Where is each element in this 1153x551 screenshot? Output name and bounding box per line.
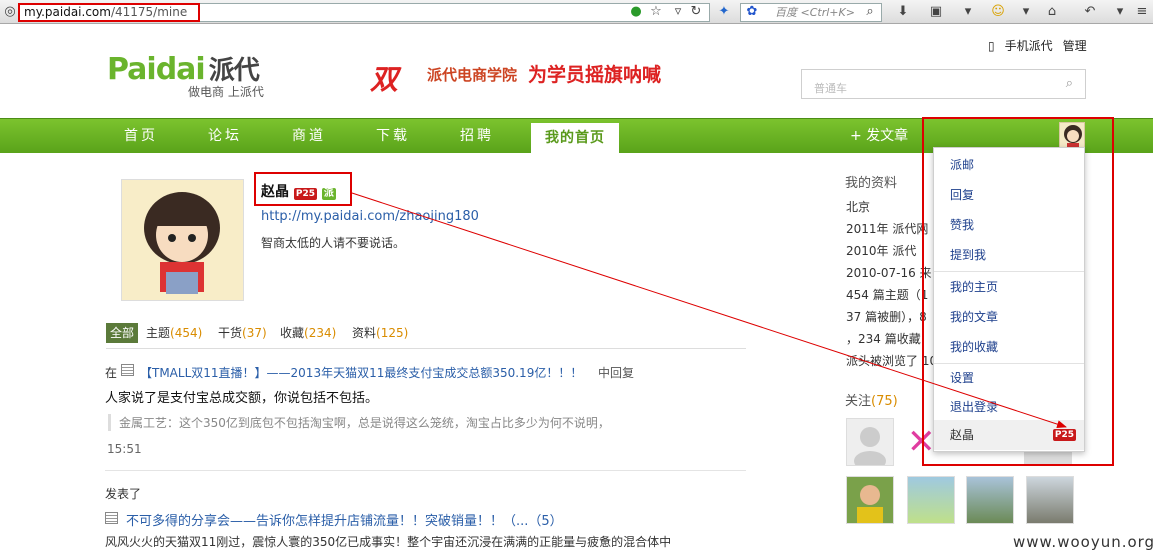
overflow-menu-icon[interactable]: ≡ — [1134, 4, 1150, 20]
tab-dry-goods[interactable]: 干货(37) — [218, 323, 267, 343]
follow-avatar[interactable] — [846, 476, 894, 524]
follow-avatar[interactable] — [966, 476, 1014, 524]
content-tabs: 全部 主题(454) 干货(37) 收藏(234) 资料(125) — [106, 323, 746, 349]
profile-avatar[interactable] — [121, 179, 244, 301]
tab-dry-goods-label: 干货 — [218, 326, 243, 340]
tab-favorites-label: 收藏 — [280, 326, 305, 340]
menu-arrow-icon-3[interactable]: ▾ — [1112, 4, 1128, 20]
feed-item2-text: 风风火火的天猫双11刚过，震惊人寰的350亿已成事实！整个宇宙还沉浸在满满的正能… — [105, 535, 672, 549]
feed-item1-time: 15:51 — [107, 442, 142, 456]
document-icon-2 — [105, 512, 118, 524]
annotation-box-name — [254, 172, 352, 206]
feed-item1-quote: 金属工艺：这个350亿到底包不包括淘宝啊，总是说得这么笼统，淘宝占比多少为何不说… — [108, 414, 728, 431]
sidebar-line: 北京 — [846, 200, 871, 214]
logo-en: Paidai — [107, 52, 206, 87]
banner-mark[interactable]: 双 — [370, 58, 398, 98]
nav-item-business[interactable]: 商道 — [292, 119, 326, 154]
sidebar-line: 2010-07-16 来 — [846, 266, 932, 280]
browser-search-input[interactable]: 百度 <Ctrl+K> — [740, 3, 882, 22]
site-logo[interactable]: Paidai 派代 — [107, 50, 260, 87]
back-forward-icon[interactable]: ↶ — [1082, 4, 1098, 20]
banner-text[interactable]: 为学员摇旗呐喊 — [528, 60, 661, 87]
home-icon[interactable]: ⌂ — [1044, 4, 1060, 20]
address-bar-url[interactable]: my.paidai.com/41175/mine — [18, 3, 200, 22]
annotation-box-dropdown — [922, 117, 1114, 466]
nav-item-download[interactable]: 下载 — [376, 119, 410, 154]
baidu-paw-icon[interactable]: ✿ — [744, 4, 760, 20]
tab-resources-count: (125) — [376, 326, 409, 340]
feed-item1-text: 人家说了是支付宝总成交额，你说包括不包括。 — [105, 391, 379, 406]
feed-divider — [105, 470, 746, 471]
sidebar-title: 我的资料 — [845, 176, 898, 191]
tab-all[interactable]: 全部 — [106, 323, 139, 343]
tab-topics-count: (454) — [170, 326, 203, 340]
browser-toolbar: ◎ my.paidai.com/41175/mine ● ☆ ▿ ↻ ✦ 百度 … — [0, 0, 1153, 24]
profile-url-link[interactable]: http://my.paidai.com/zhaojing180 — [261, 209, 479, 224]
tab-resources-label: 资料 — [352, 326, 377, 340]
url-path: /41175/mine — [110, 5, 188, 19]
tab-all-label: 全部 — [110, 326, 135, 340]
tab-dry-goods-count: (37) — [242, 326, 267, 340]
tab-topics-label: 主题 — [146, 326, 171, 340]
nav-item-my-home[interactable]: 我的首页 — [531, 123, 619, 154]
nav-item-forum[interactable]: 论坛 — [208, 119, 242, 154]
go-icon[interactable]: ● — [628, 4, 644, 20]
watermark: www.wooyun.org — [1013, 533, 1153, 551]
feed-item1-prefix: 在 — [105, 366, 118, 380]
url-domain: my.paidai.com — [24, 5, 111, 19]
phone-icon: ▯ — [988, 39, 995, 53]
tab-favorites[interactable]: 收藏(234) — [280, 323, 336, 343]
menu-arrow-icon[interactable]: ▾ — [960, 4, 976, 20]
site-search-input[interactable]: 普通车 ⌕ — [801, 69, 1086, 99]
feed-item2-prefix: 发表了 — [105, 487, 142, 501]
follow-label: 关注 — [845, 394, 872, 409]
reload-icon[interactable]: ↻ — [688, 4, 704, 20]
dropdown-arrow-icon[interactable]: ▿ — [670, 4, 686, 20]
feed-item1-link[interactable]: 【TMALL双11直播！】——2013年天猫双11最终支付宝成交总额350.19… — [140, 364, 582, 381]
search-icon[interactable]: ⌕ — [1066, 76, 1073, 91]
tab-resources[interactable]: 资料(125) — [352, 323, 408, 343]
document-icon — [121, 364, 134, 376]
follow-count: (75) — [871, 394, 898, 409]
screenshot-icon[interactable]: ▣ — [928, 4, 944, 20]
nav-item-home[interactable]: 首页 — [124, 119, 158, 154]
top-link-admin[interactable]: 管理 — [1063, 39, 1087, 53]
sidebar-line: 2010年 派代 — [846, 244, 917, 258]
logo-cn: 派代 — [208, 56, 260, 86]
sidebar-line: 37 篇被删），8 — [846, 310, 927, 324]
globe-icon: ◎ — [4, 4, 16, 19]
search-icon[interactable]: ⌕ — [862, 4, 878, 20]
sidebar-line: ，234 篇收藏 — [846, 332, 921, 346]
top-link-mobile[interactable]: 手机派代 — [1005, 39, 1053, 53]
download-icon[interactable]: ⬇ — [895, 4, 911, 20]
banner-org[interactable]: 派代电商学院 — [427, 64, 517, 85]
follow-avatar[interactable] — [846, 418, 894, 471]
follow-avatar[interactable] — [907, 476, 955, 524]
sidebar-line: 454 篇主题（1 — [846, 288, 929, 302]
follow-title: 关注(75) — [845, 390, 898, 409]
top-links: ▯ 手机派代 管理 — [988, 37, 1097, 54]
menu-arrow-icon-2[interactable]: ▾ — [1018, 4, 1034, 20]
site-slogan: 做电商 上派代 — [188, 85, 264, 99]
extension-icon[interactable]: ✦ — [716, 4, 732, 20]
smiley-icon[interactable]: ☺ — [990, 4, 1006, 20]
site-search-placeholder: 普通车 — [814, 82, 847, 95]
feed-item1-action: 中回复 — [598, 366, 635, 380]
tab-favorites-count: (234) — [304, 326, 337, 340]
sidebar-line: 2011年 派代网 — [846, 222, 929, 236]
follow-avatar[interactable] — [1026, 476, 1074, 524]
post-article-button[interactable]: + 发文章 — [850, 119, 908, 154]
bookmark-star-icon[interactable]: ☆ — [648, 4, 664, 20]
tab-topics[interactable]: 主题(454) — [146, 323, 202, 343]
nav-item-jobs[interactable]: 招聘 — [460, 119, 494, 154]
profile-bio: 智商太低的人请不要说话。 — [261, 236, 406, 250]
feed-item2-link[interactable]: 不可多得的分享会——告诉你怎样提升店铺流量！！突破销量！！（...（5） — [126, 510, 563, 529]
